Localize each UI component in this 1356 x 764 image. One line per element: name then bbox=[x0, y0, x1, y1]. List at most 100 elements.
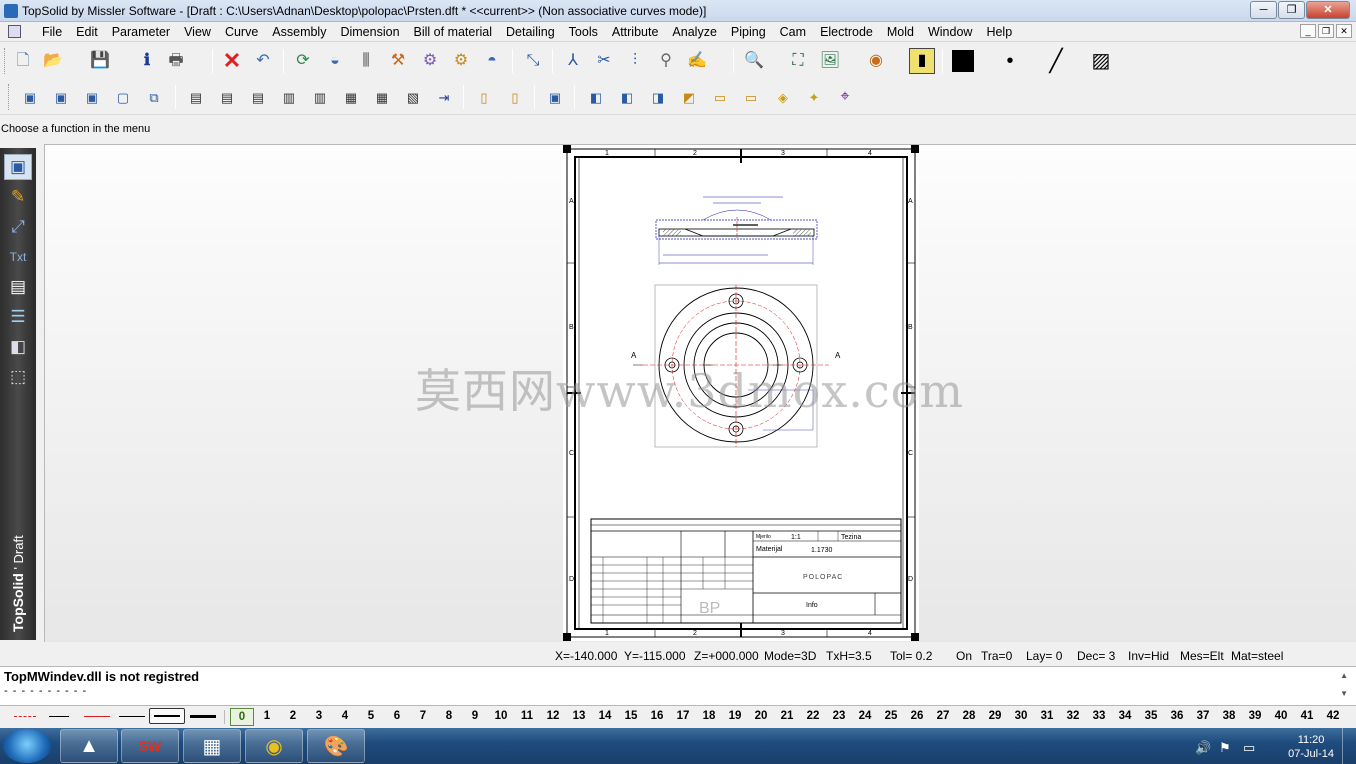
view-frame5-icon[interactable]: ⧉ bbox=[141, 84, 167, 110]
menu-electrode[interactable]: Electrode bbox=[813, 24, 880, 40]
menu-detailing[interactable]: Detailing bbox=[499, 24, 562, 40]
layer-button[interactable]: 0 bbox=[230, 708, 254, 726]
layer-button[interactable]: 25 bbox=[878, 708, 904, 726]
refresh-icon[interactable]: ⟳ bbox=[290, 48, 316, 74]
system-clock[interactable]: 11:20 07-Jul-14 bbox=[1288, 733, 1334, 761]
box6-icon[interactable]: ▭ bbox=[738, 84, 764, 110]
calculator-app-icon[interactable]: ▦ bbox=[183, 729, 241, 763]
line-style-red[interactable] bbox=[84, 716, 110, 717]
doc-close-button[interactable]: ✕ bbox=[1336, 24, 1352, 38]
layer-button[interactable]: 2 bbox=[280, 708, 306, 726]
menu-file[interactable]: File bbox=[35, 24, 69, 40]
transparency[interactable]: Tra=0 bbox=[981, 649, 1012, 663]
layer-button[interactable]: 7 bbox=[410, 708, 436, 726]
doc-minimize-button[interactable]: _ bbox=[1300, 24, 1316, 38]
menu-dimension[interactable]: Dimension bbox=[333, 24, 406, 40]
layer-button[interactable]: 1 bbox=[254, 708, 280, 726]
zoom-fit-icon[interactable]: ⛶ bbox=[785, 48, 811, 74]
line-style-medium[interactable] bbox=[119, 716, 145, 717]
layer-button[interactable]: 40 bbox=[1268, 708, 1294, 726]
measure-mode[interactable]: Mes=Elt bbox=[1180, 649, 1224, 663]
settings-icon[interactable]: ⫼ bbox=[353, 48, 379, 74]
doc-restore-button[interactable]: ❐ bbox=[1318, 24, 1334, 38]
menu-edit[interactable]: Edit bbox=[69, 24, 105, 40]
chrome-app-icon[interactable]: ◉ bbox=[245, 729, 303, 763]
layer-button[interactable]: 38 bbox=[1216, 708, 1242, 726]
view-frame-icon[interactable]: ▣ bbox=[17, 84, 43, 110]
select-icon[interactable]: ▣ bbox=[4, 154, 32, 180]
box3-icon[interactable]: ◨ bbox=[645, 84, 671, 110]
layer-button[interactable]: 32 bbox=[1060, 708, 1086, 726]
minimize-button[interactable]: ─ bbox=[1250, 1, 1277, 19]
layer-button[interactable]: 39 bbox=[1242, 708, 1268, 726]
layer-button[interactable]: 26 bbox=[904, 708, 930, 726]
menu-tools[interactable]: Tools bbox=[562, 24, 605, 40]
pointer-icon[interactable]: ⤡ bbox=[520, 48, 546, 74]
layer-button[interactable]: 30 bbox=[1008, 708, 1034, 726]
material-mode[interactable]: Mat=steel bbox=[1231, 649, 1283, 663]
scroll-up-icon[interactable]: ▲ bbox=[1340, 671, 1348, 680]
layer-button[interactable]: 34 bbox=[1112, 708, 1138, 726]
pencil-cylinder-icon[interactable]: ▮ bbox=[909, 48, 935, 74]
color-swatch-icon[interactable] bbox=[950, 48, 976, 74]
sheet-icon[interactable]: ▣ bbox=[542, 84, 568, 110]
delete-icon[interactable]: ✕ bbox=[219, 48, 245, 74]
toolbar-grip[interactable] bbox=[8, 84, 11, 110]
book2-icon[interactable]: ▯ bbox=[502, 84, 528, 110]
menu-curve[interactable]: Curve bbox=[218, 24, 265, 40]
layer-button[interactable]: 41 bbox=[1294, 708, 1320, 726]
drawing-canvas[interactable]: 1 2 3 4 1 2 3 4 A B C D A B C D A A Mjer… bbox=[44, 144, 1356, 642]
layer-button[interactable]: 6 bbox=[384, 708, 410, 726]
view-frame6-icon[interactable]: ▤ bbox=[183, 84, 209, 110]
view-frame8-icon[interactable]: ▤ bbox=[245, 84, 271, 110]
menu-bill-of-material[interactable]: Bill of material bbox=[407, 24, 500, 40]
box-view-icon[interactable]: ◧ bbox=[4, 334, 32, 360]
view-frame11-icon[interactable]: ▦ bbox=[338, 84, 364, 110]
image-icon[interactable]: 🖼 bbox=[817, 48, 843, 74]
layer-button[interactable]: 20 bbox=[748, 708, 774, 726]
box4-icon[interactable]: ◩ bbox=[676, 84, 702, 110]
view-frame3-icon[interactable]: ▣ bbox=[79, 84, 105, 110]
topsolid-app-icon[interactable]: ▲ bbox=[60, 729, 118, 763]
crosshair-icon[interactable]: ⌖ bbox=[832, 84, 858, 110]
hammer-icon[interactable]: ⚒ bbox=[385, 48, 411, 74]
layer-button[interactable]: 9 bbox=[462, 708, 488, 726]
layer-button[interactable]: 10 bbox=[488, 708, 514, 726]
handwrite-icon[interactable]: ✍ bbox=[684, 48, 710, 74]
layer-button[interactable]: 11 bbox=[514, 708, 540, 726]
dot-style-icon[interactable]: • bbox=[997, 48, 1023, 74]
view-frame12-icon[interactable]: ▦ bbox=[369, 84, 395, 110]
hook-icon[interactable]: ⚲ bbox=[653, 48, 679, 74]
layer-button[interactable]: 18 bbox=[696, 708, 722, 726]
line-style-icon[interactable]: ╱ bbox=[1043, 48, 1069, 74]
layer-button[interactable]: 19 bbox=[722, 708, 748, 726]
layer-button[interactable]: 28 bbox=[956, 708, 982, 726]
menu-help[interactable]: Help bbox=[979, 24, 1019, 40]
measure-icon[interactable]: ⤢ bbox=[4, 214, 32, 240]
layer-button[interactable]: 33 bbox=[1086, 708, 1112, 726]
menu-piping[interactable]: Piping bbox=[724, 24, 773, 40]
menu-parameter[interactable]: Parameter bbox=[105, 24, 177, 40]
layer-button[interactable]: 42 bbox=[1320, 708, 1346, 726]
on-indicator[interactable]: On bbox=[956, 649, 972, 663]
tolerance[interactable]: Tol= 0.2 bbox=[890, 649, 932, 663]
fork-icon[interactable]: ✂ bbox=[591, 48, 617, 74]
start-button[interactable] bbox=[3, 729, 51, 763]
book-icon[interactable]: ▯ bbox=[471, 84, 497, 110]
layer-button[interactable]: 14 bbox=[592, 708, 618, 726]
layer-button[interactable]: 27 bbox=[930, 708, 956, 726]
layer-button[interactable]: 21 bbox=[774, 708, 800, 726]
restore-button[interactable]: ❐ bbox=[1278, 1, 1305, 19]
layer-button[interactable]: 37 bbox=[1190, 708, 1216, 726]
view-frame14-icon[interactable]: ⇥ bbox=[431, 84, 457, 110]
menu-cam[interactable]: Cam bbox=[773, 24, 813, 40]
box2-icon[interactable]: ◧ bbox=[614, 84, 640, 110]
hatch-icon[interactable]: ▨ bbox=[1088, 48, 1114, 74]
network-icon[interactable]: ▭ bbox=[1243, 740, 1255, 756]
layer-button[interactable]: 22 bbox=[800, 708, 826, 726]
layer-indicator[interactable]: Lay= 0 bbox=[1026, 649, 1062, 663]
layer-button[interactable]: 13 bbox=[566, 708, 592, 726]
wand-icon[interactable]: ✦ bbox=[801, 84, 827, 110]
line-style-thin[interactable] bbox=[49, 716, 69, 717]
invisible-mode[interactable]: Inv=Hid bbox=[1128, 649, 1169, 663]
